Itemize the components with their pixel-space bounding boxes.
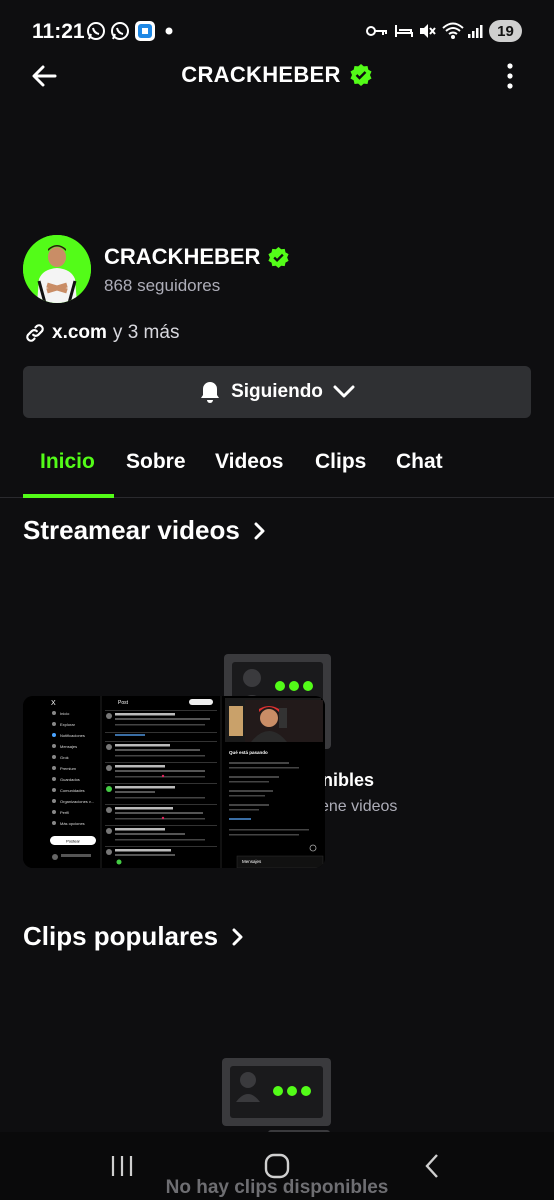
overlay-sidebar-item: Explorar <box>60 722 76 727</box>
tab-sobre[interactable]: Sobre <box>126 450 186 474</box>
whatsapp-icon <box>110 20 130 42</box>
clips-section-title: Clips populares <box>23 921 219 951</box>
link-primary[interactable]: x.com <box>52 322 107 344</box>
whatsapp-icon <box>86 20 106 42</box>
header-title-text: CRACKHEBER <box>181 62 341 87</box>
overlay-sidebar-item: Mensajes <box>60 744 77 749</box>
overlay-sidebar-item: Perfil <box>60 810 69 815</box>
overlay-sidebar-item: Grok <box>60 755 69 760</box>
overlay-sidebar-item: Guardados <box>60 777 80 782</box>
mute-icon <box>418 20 436 42</box>
dot-icon <box>165 20 173 42</box>
home-icon <box>264 1153 290 1179</box>
overlay-trending-title: Qué está pasando <box>229 750 268 755</box>
chevron-down-icon <box>333 385 355 398</box>
active-tab-indicator <box>23 494 114 498</box>
overlay-messages: Mensajes <box>242 859 262 864</box>
overlay-post-header: Post <box>118 700 129 706</box>
status-bar: 11:21 19 <box>0 0 554 62</box>
clips-empty-title: No hay clips disponibles <box>165 1177 389 1198</box>
overlay-sidebar-item: Notificaciones <box>60 733 85 738</box>
wifi-icon <box>442 20 464 42</box>
avatar[interactable] <box>23 235 91 303</box>
channel-name: CRACKHEBER <box>104 244 290 270</box>
recent-apps-icon <box>111 1156 133 1176</box>
overlay-sidebar-item: Inicio <box>60 711 70 716</box>
svg-text:X: X <box>51 700 56 707</box>
header-title: CRACKHEBER <box>0 62 554 88</box>
videos-empty-subtitle: ene videos <box>320 798 398 815</box>
channel-tabs: Inicio Sobre Videos Clips Chat <box>0 440 554 498</box>
link-icon <box>26 324 44 342</box>
following-button[interactable]: Siguiendo <box>23 366 531 418</box>
vpn-key-icon <box>366 20 388 42</box>
following-button-label: Siguiendo <box>231 381 323 402</box>
more-vertical-icon <box>507 63 513 89</box>
overlay-sidebar-item: Organizaciones v... <box>60 799 94 804</box>
chevron-left-icon <box>425 1154 438 1178</box>
tab-videos[interactable]: Videos <box>215 450 283 474</box>
overlay-sidebar-item: Más opciones <box>60 821 85 826</box>
channel-name-text: CRACKHEBER <box>104 244 261 269</box>
social-links[interactable]: x.com y 3 más <box>24 322 179 344</box>
tab-inicio[interactable]: Inicio <box>40 450 95 474</box>
battery-indicator: 19 <box>489 20 522 42</box>
bell-icon <box>201 382 220 403</box>
chevron-right-icon <box>232 928 243 945</box>
followers-count: 868 seguidores <box>104 276 221 295</box>
clips-section-header[interactable]: Clips populares <box>23 921 244 952</box>
verified-badge-icon <box>268 246 290 268</box>
chevron-right-icon <box>254 522 265 539</box>
screenshot-preview-overlay[interactable]: X Inicio Explorar Notificaciones Mensaje… <box>23 696 325 868</box>
link-more[interactable]: y 3 más <box>113 322 180 344</box>
overlay-sidebar-item: Comunidades <box>60 788 85 793</box>
tab-chat[interactable]: Chat <box>396 450 443 474</box>
signal-icon <box>467 20 483 42</box>
videos-section-header[interactable]: Streamear videos <box>23 515 266 546</box>
overlay-sidebar-item: Premium <box>60 766 77 771</box>
bed-icon <box>394 20 414 42</box>
tab-clips[interactable]: Clips <box>315 450 366 474</box>
more-options-button[interactable] <box>496 58 524 94</box>
app-notification-icon <box>134 20 156 42</box>
overlay-post-button: Postear <box>66 839 80 844</box>
status-time: 11:21 <box>32 20 85 43</box>
verified-badge-icon <box>350 64 372 86</box>
videos-section-title: Streamear videos <box>23 515 240 545</box>
